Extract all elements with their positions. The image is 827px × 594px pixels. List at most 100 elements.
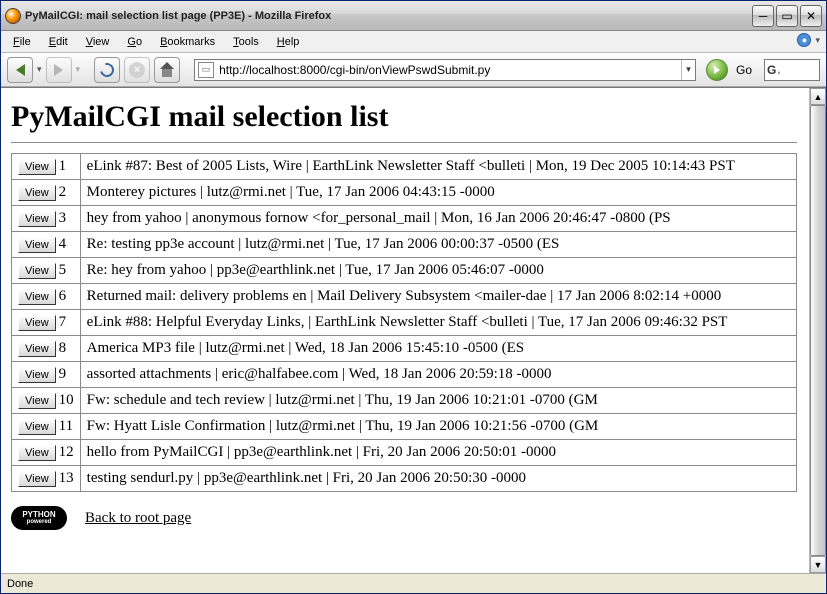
back-button[interactable] [7,57,33,83]
menu-view[interactable]: View [78,34,118,50]
view-cell: View6 [12,284,81,310]
view-button[interactable]: View [18,211,56,227]
maximize-button[interactable]: ▭ [776,5,798,27]
table-row: View6Returned mail: delivery problems en… [12,284,797,310]
row-number: 11 [59,418,73,434]
scroll-track[interactable] [810,105,826,556]
forward-button[interactable] [46,57,72,83]
content-viewport: PyMailCGI mail selection list View1eLink… [1,87,826,573]
table-row: View9 assorted attachments | eric@halfabe… [12,362,797,388]
scroll-thumb[interactable] [810,105,826,556]
menu-tools[interactable]: Tools [225,34,267,50]
mail-summary: Re: testing pp3e account | lutz@rmi.net … [80,232,796,258]
table-row: View2Monterey pictures | lutz@rmi.net | … [12,180,797,206]
minimize-button[interactable]: ─ [752,5,774,27]
scroll-down-button[interactable]: ▼ [810,556,826,573]
url-dropdown[interactable]: ▾ [681,60,695,80]
throbber-icon: ● [797,33,811,47]
view-button[interactable]: View [18,185,56,201]
vertical-scrollbar[interactable]: ▲ ▼ [809,88,826,573]
row-number: 5 [59,262,67,278]
table-row: View13testing sendurl.py | pp3e@earthlin… [12,466,797,492]
table-row: View7eLink #88: Helpful Everyday Links, … [12,310,797,336]
menubar: File Edit View Go Bookmarks Tools Help ●… [1,31,826,53]
view-button[interactable]: View [18,393,56,409]
view-button[interactable]: View [18,237,56,253]
table-row: View5Re: hey from yahoo | pp3e@earthlink… [12,258,797,284]
view-button[interactable]: View [18,419,56,435]
table-row: View3hey from yahoo | anonymous fornow <… [12,206,797,232]
view-cell: View12 [12,440,81,466]
view-cell: View2 [12,180,81,206]
browser-window: PyMailCGI: mail selection list page (PP3… [0,0,827,594]
view-cell: View11 [12,414,81,440]
mail-summary: Fw: schedule and tech review | lutz@rmi.… [80,388,796,414]
mail-summary: America MP3 file | lutz@rmi.net | Wed, 1… [80,336,796,362]
row-number: 7 [59,314,67,330]
hr-divider [11,142,797,143]
window-title: PyMailCGI: mail selection list page (PP3… [25,10,752,22]
reload-button[interactable] [94,57,120,83]
view-cell: View5 [12,258,81,284]
view-cell: View1 [12,154,81,180]
python-powered-badge[interactable]: PYTHON powered [11,506,67,530]
mail-summary: hey from yahoo | anonymous fornow <for_p… [80,206,796,232]
go-button[interactable] [706,59,728,81]
row-number: 8 [59,340,67,356]
row-number: 4 [59,236,67,252]
table-row: View8America MP3 file | lutz@rmi.net | W… [12,336,797,362]
page-content: PyMailCGI mail selection list View1eLink… [1,88,809,573]
home-button[interactable] [154,57,180,83]
menu-help[interactable]: Help [269,34,308,50]
close-button[interactable]: ✕ [800,5,822,27]
view-button[interactable]: View [18,445,56,461]
view-cell: View7 [12,310,81,336]
mail-summary: Returned mail: delivery problems en | Ma… [80,284,796,310]
nav-toolbar: ▾ ▾ × ▭ ▾ Go G, [1,53,826,87]
mail-summary: assorted attachments | eric@halfabee.com… [80,362,796,388]
mail-summary: Re: hey from yahoo | pp3e@earthlink.net … [80,258,796,284]
menu-edit[interactable]: Edit [41,34,76,50]
stop-button[interactable]: × [124,57,150,83]
menu-bookmarks[interactable]: Bookmarks [152,34,223,50]
view-button[interactable]: View [18,263,56,279]
url-input[interactable] [217,61,681,79]
back-to-root-link[interactable]: Back to root page [85,510,191,527]
view-cell: View13 [12,466,81,492]
back-history-dropdown[interactable]: ▾ [37,64,42,75]
mail-table: View1eLink #87: Best of 2005 Lists, Wire… [11,153,797,492]
table-row: View1eLink #87: Best of 2005 Lists, Wire… [12,154,797,180]
view-button[interactable]: View [18,471,56,487]
mail-summary: hello from PyMailCGI | pp3e@earthlink.ne… [80,440,796,466]
scroll-up-button[interactable]: ▲ [810,88,826,105]
table-row: View11Fw: Hyatt Lisle Confirmation | lut… [12,414,797,440]
row-number: 10 [59,392,74,408]
badge-line2: powered [27,519,52,525]
view-button[interactable]: View [18,341,56,357]
table-row: View10Fw: schedule and tech review | lut… [12,388,797,414]
view-cell: View10 [12,388,81,414]
go-arrow-icon [714,66,720,74]
mail-summary: Fw: Hyatt Lisle Confirmation | lutz@rmi.… [80,414,796,440]
forward-history-dropdown[interactable]: ▾ [76,64,81,75]
view-button[interactable]: View [18,159,56,175]
url-bar[interactable]: ▭ ▾ [194,59,696,81]
view-button[interactable]: View [18,367,56,383]
menu-go[interactable]: Go [119,34,150,50]
badge-line1: PYTHON [22,511,55,519]
stop-icon: × [129,62,145,78]
view-cell: View8 [12,336,81,362]
page-favicon: ▭ [198,62,214,78]
page-title: PyMailCGI mail selection list [11,100,797,134]
row-number: 1 [59,158,67,174]
view-button[interactable]: View [18,315,56,331]
row-number: 9 [59,366,67,382]
menu-file[interactable]: File [5,34,39,50]
mail-summary: eLink #87: Best of 2005 Lists, Wire | Ea… [80,154,796,180]
titlebar: PyMailCGI: mail selection list page (PP3… [1,1,826,31]
view-cell: View4 [12,232,81,258]
view-button[interactable]: View [18,289,56,305]
row-number: 13 [59,470,74,486]
mail-summary: testing sendurl.py | pp3e@earthlink.net … [80,466,796,492]
search-box[interactable]: G, [764,59,820,81]
